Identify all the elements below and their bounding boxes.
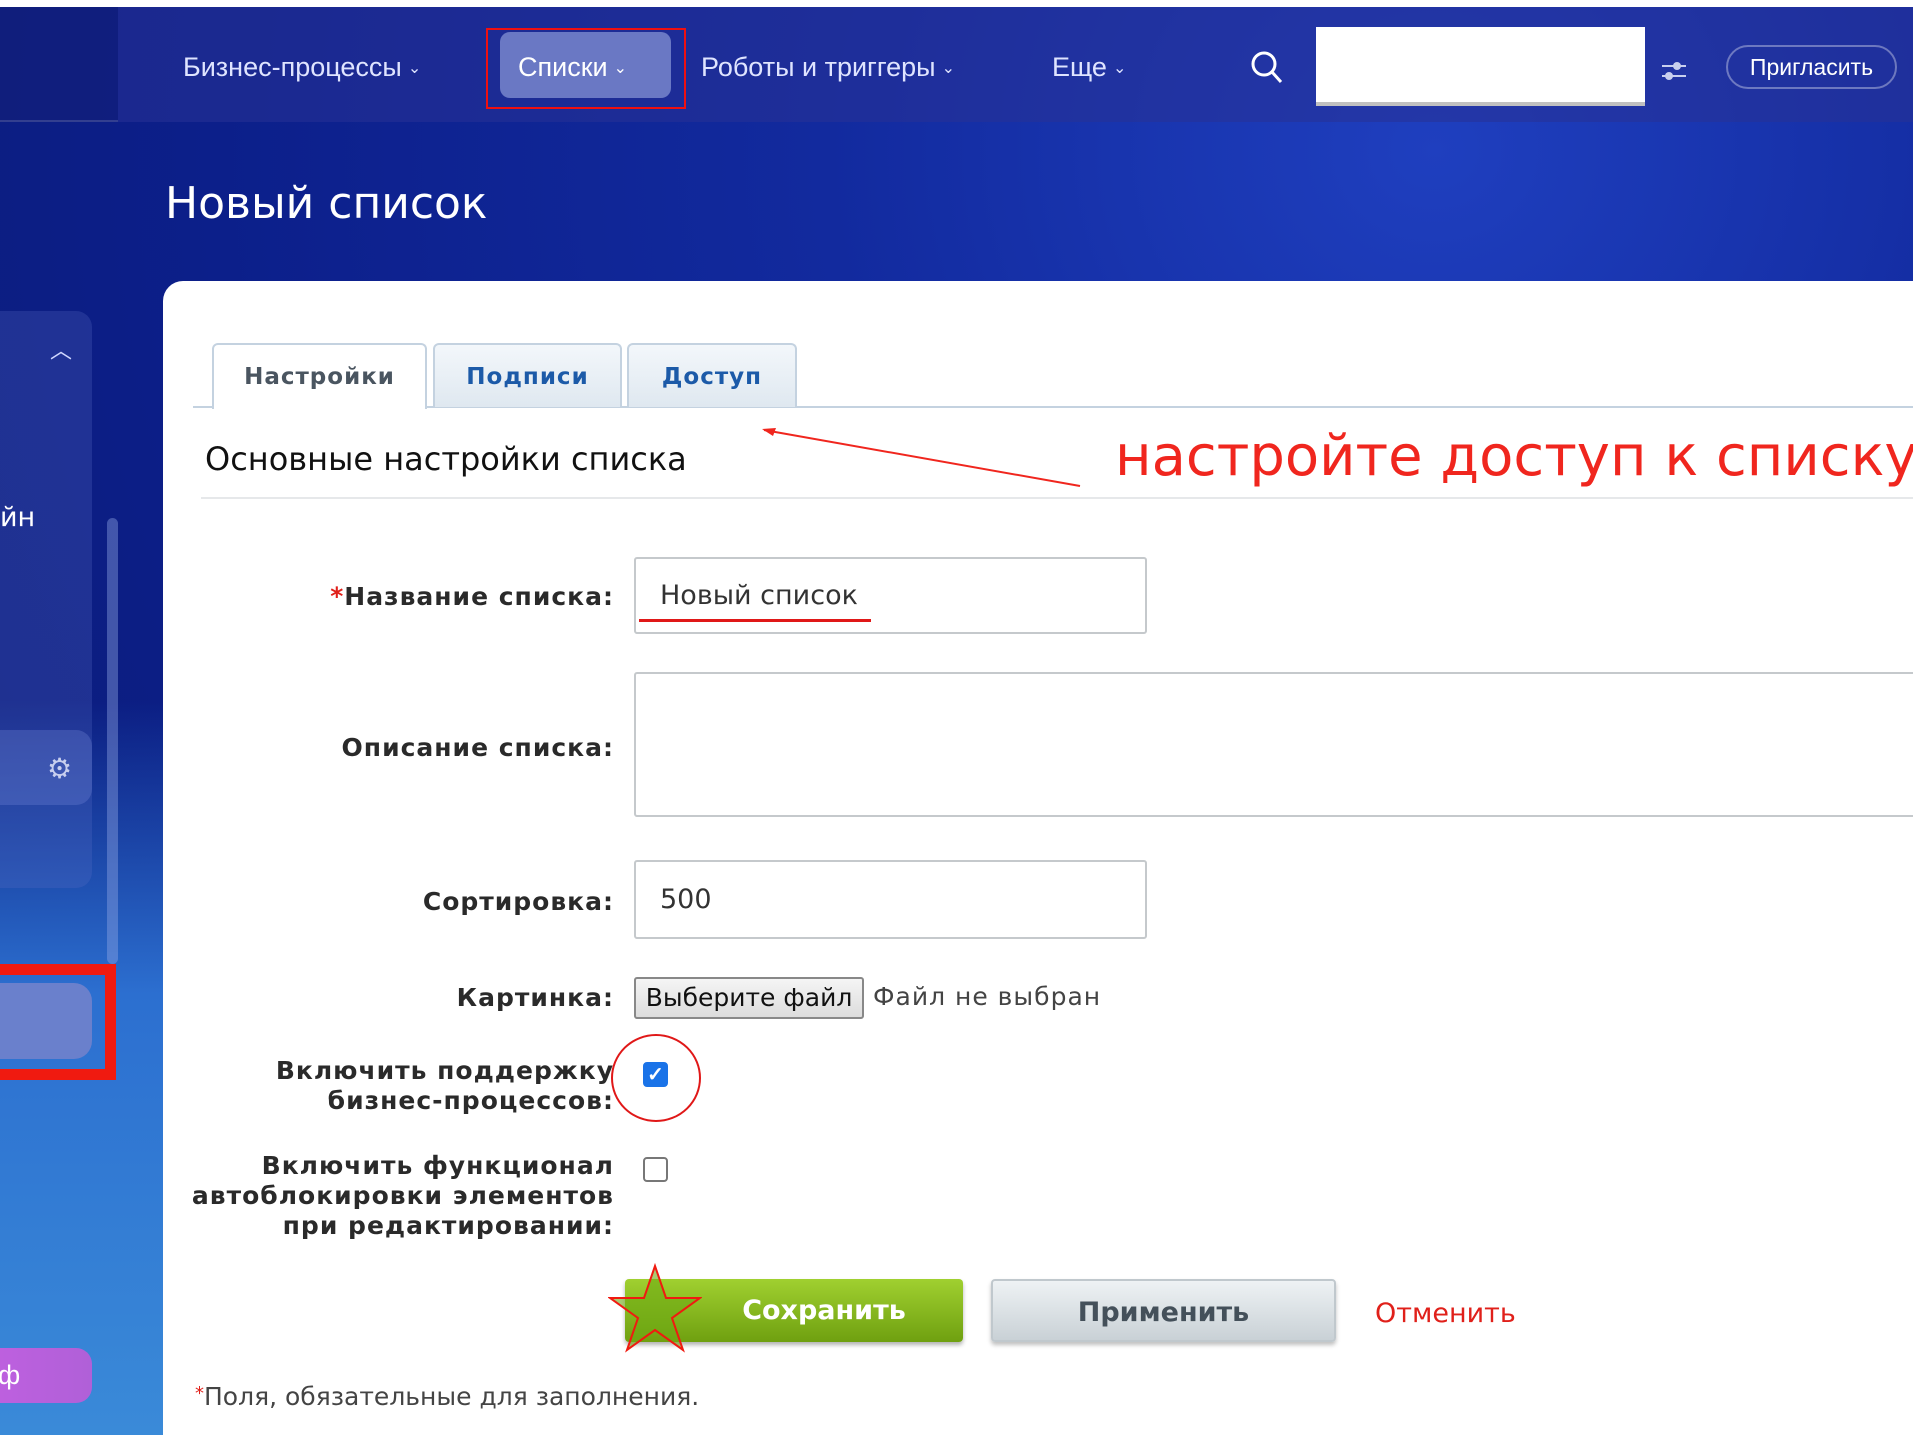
apply-button[interactable]: Применить — [991, 1279, 1336, 1342]
nav-label: Бизнес-процессы — [183, 52, 402, 82]
bp-support-label: Включить поддержку бизнес-процессов: — [276, 1056, 614, 1116]
name-label: *Название списка: — [330, 582, 614, 612]
nav-label: Роботы и триггеры — [701, 52, 936, 82]
sort-input[interactable]: 500 — [634, 860, 1147, 939]
invite-button[interactable]: Пригласить — [1726, 45, 1897, 89]
required-footnote: *Поля, обязательные для заполнения. — [195, 1382, 699, 1411]
gear-icon[interactable]: ⚙ — [47, 752, 72, 785]
autolock-checkbox[interactable] — [643, 1157, 668, 1182]
required-mark: * — [195, 1383, 204, 1404]
page-title: Новый список — [165, 178, 488, 229]
highlight-frame — [0, 964, 116, 1080]
button-label: Сохранить — [742, 1295, 906, 1326]
sidebar-item-label[interactable]: йн — [0, 502, 35, 533]
star-icon — [608, 1262, 702, 1353]
sort-label: Сортировка: — [422, 887, 614, 916]
input-value: 500 — [660, 884, 712, 915]
nav-item-more[interactable]: Еще ⌄ — [1052, 52, 1126, 83]
search-icon[interactable] — [1250, 50, 1284, 86]
sidebar-settings-item[interactable] — [0, 730, 92, 805]
label-line: бизнес-процессов: — [327, 1086, 614, 1115]
highlight-frame — [486, 28, 686, 109]
chevron-down-icon: ⌄ — [407, 60, 422, 77]
nav-item-robots[interactable]: Роботы и триггеры ⌄ — [701, 52, 955, 83]
label-line: автоблокировки элементов — [191, 1181, 614, 1210]
chevron-down-icon: ⌄ — [941, 60, 955, 77]
tariff-label: ф — [0, 1360, 21, 1390]
list-name-input[interactable]: Новый список — [634, 557, 1147, 634]
no-file-text: Файл не выбран — [873, 982, 1102, 1011]
description-label: Описание списка: — [341, 733, 614, 762]
label-text: Название списка: — [344, 582, 614, 611]
choose-file-button[interactable]: Выберите файл — [634, 977, 864, 1019]
autolock-label: Включить функционал автоблокировки элемен… — [192, 1151, 614, 1241]
label-line: Включить функционал — [261, 1151, 614, 1180]
nav-label: Еще — [1052, 52, 1107, 82]
annotation-underline — [639, 619, 871, 622]
annotation-text: настройте доступ к списку — [1115, 424, 1913, 489]
cancel-link[interactable]: Отменить — [1375, 1298, 1516, 1329]
section-divider — [201, 497, 1913, 499]
nav-item-business-processes[interactable]: Бизнес-процессы ⌄ — [183, 52, 421, 83]
required-mark: * — [330, 582, 345, 611]
tab-access[interactable]: Доступ — [627, 343, 797, 407]
footnote-text: Поля, обязательные для заполнения. — [204, 1382, 700, 1411]
label-line: при редактировании: — [282, 1211, 614, 1240]
tab-settings[interactable]: Настройки — [212, 343, 427, 409]
filter-icon[interactable] — [1660, 58, 1688, 84]
tab-captions[interactable]: Подписи — [433, 343, 622, 407]
annotation-circle — [611, 1034, 701, 1122]
section-title: Основные настройки списка — [205, 440, 687, 478]
annotation-arrow-icon — [762, 428, 1081, 487]
chevron-up-icon[interactable]: ︿ — [50, 333, 72, 365]
sidebar-header — [0, 7, 118, 122]
picture-label: Картинка: — [456, 983, 614, 1012]
input-value: Новый список — [660, 580, 858, 611]
chevron-down-icon: ⌄ — [1112, 60, 1127, 77]
description-textarea[interactable] — [634, 672, 1913, 817]
sidebar-scrollbar[interactable] — [107, 518, 118, 964]
label-line: Включить поддержку — [275, 1056, 614, 1085]
tariff-button[interactable]: ф — [0, 1348, 92, 1403]
search-input[interactable] — [1316, 27, 1645, 106]
